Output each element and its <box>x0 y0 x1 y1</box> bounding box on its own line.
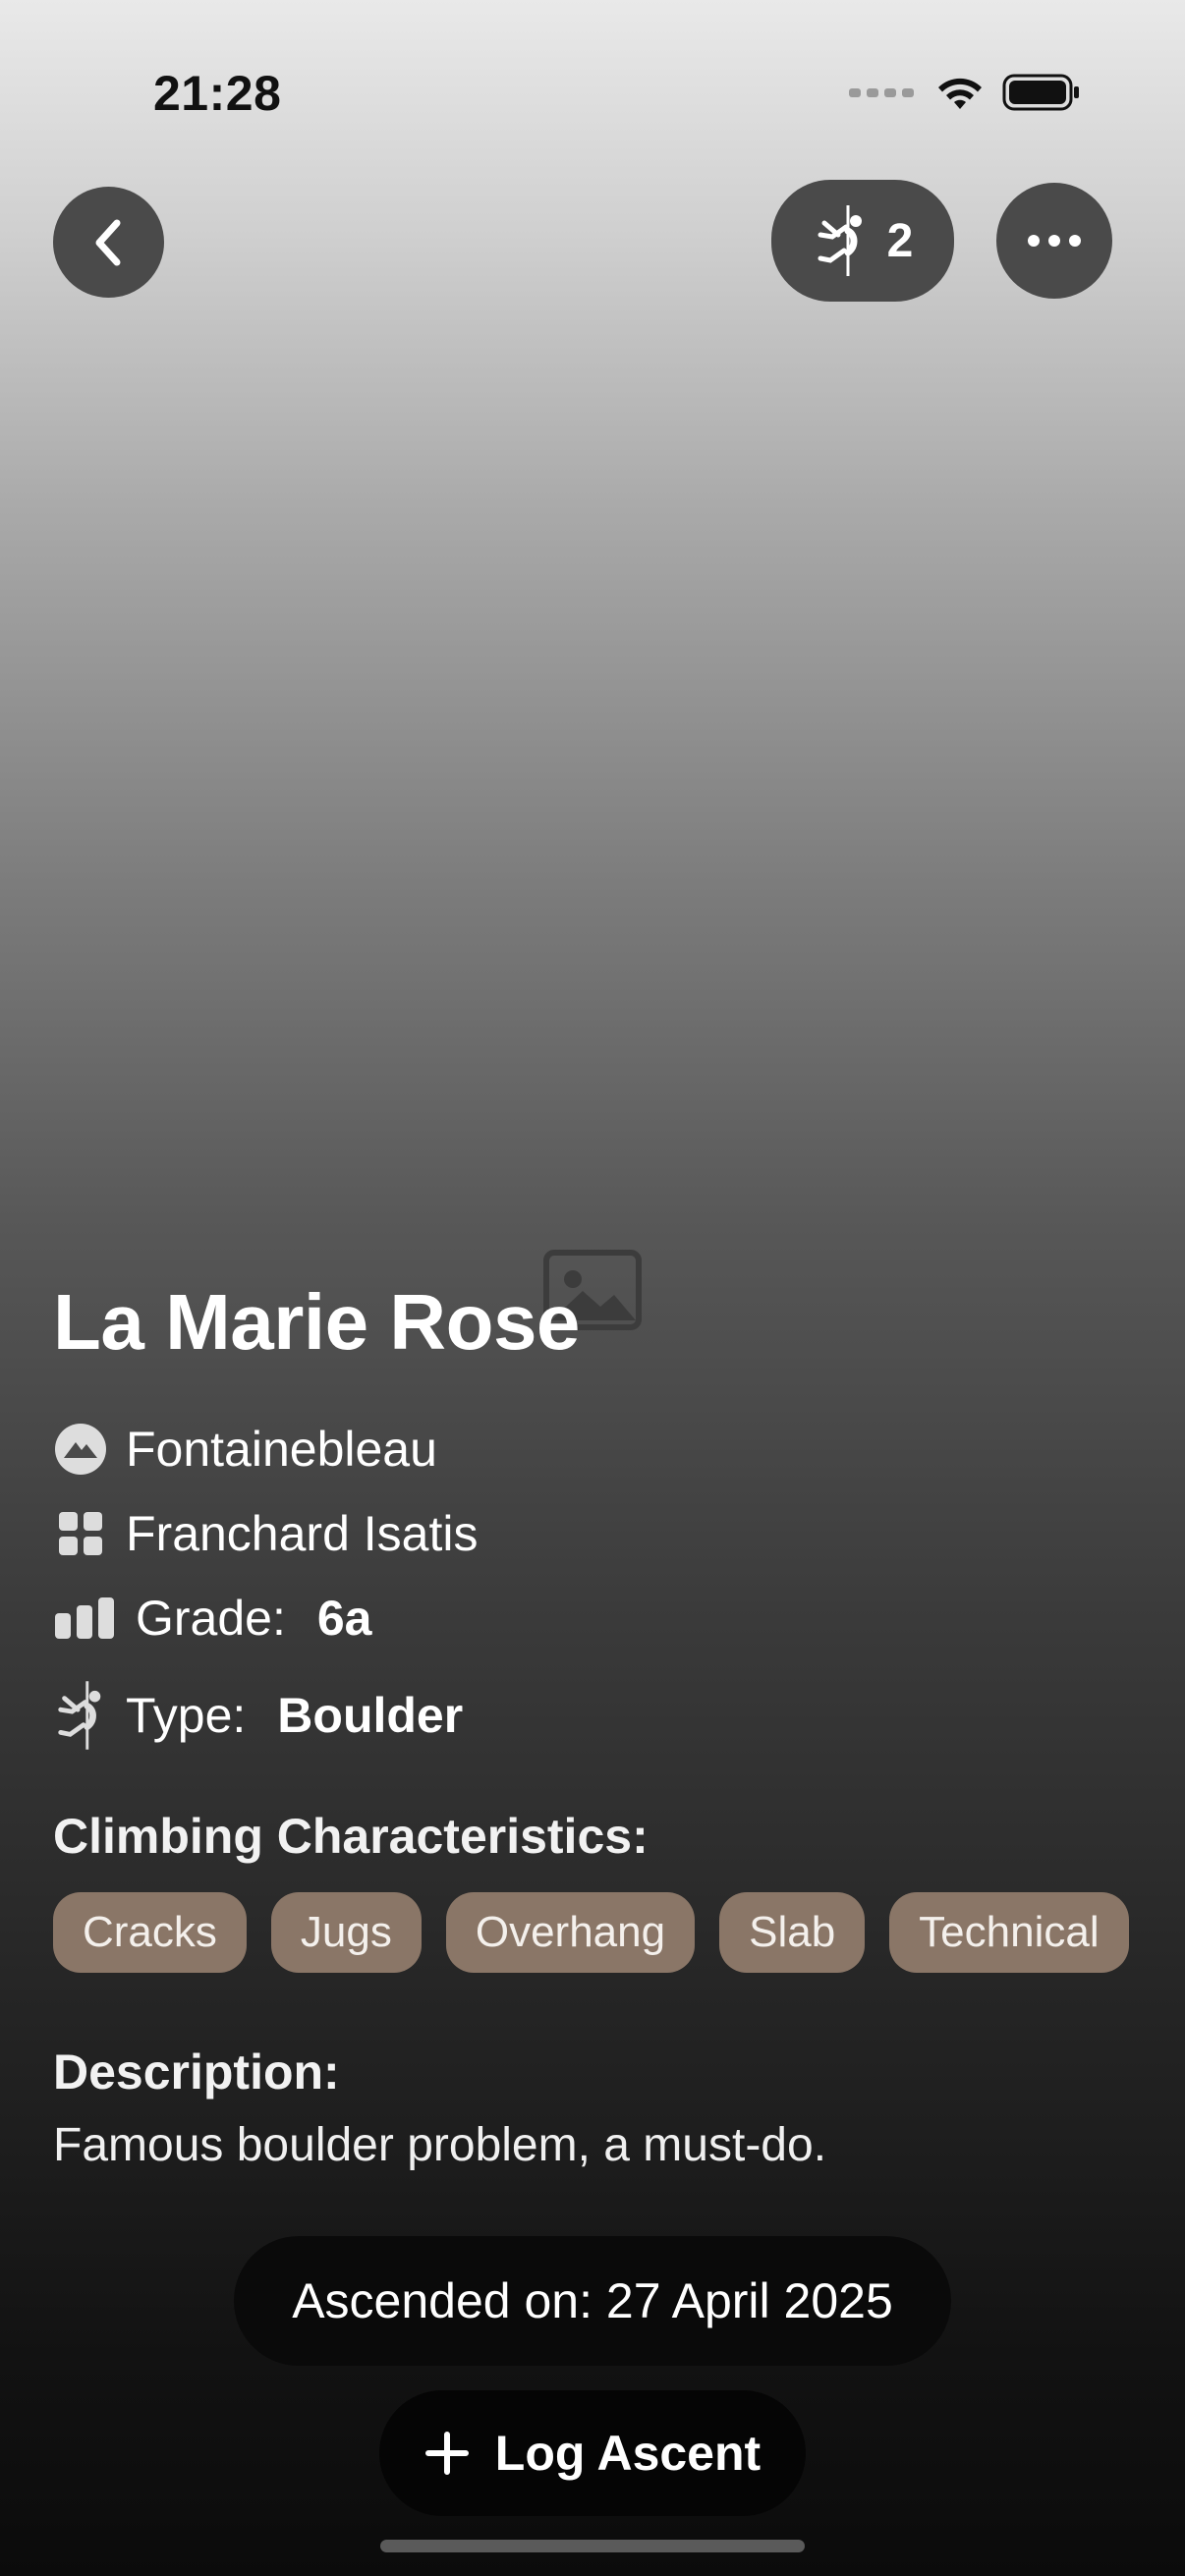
description-text: Famous boulder problem, a must-do. <box>53 2119 827 2171</box>
ascents-count: 2 <box>886 214 914 267</box>
plus-icon <box>424 2432 469 2475</box>
battery-icon <box>1002 74 1079 111</box>
mountain-icon <box>53 1422 108 1477</box>
back-button[interactable] <box>53 187 164 298</box>
sector-row: Franchard Isatis <box>53 1505 478 1562</box>
characteristics-heading: Climbing Characteristics: <box>53 1809 649 1864</box>
type-row: Type: Boulder <box>53 1680 463 1751</box>
area-name: Fontainebleau <box>126 1422 437 1477</box>
route-detail-screen: 21:28 2 La Marie Rose Fontainebleau Fran… <box>0 0 1185 2576</box>
ascended-on-badge: Ascended on: 27 April 2025 <box>234 2236 951 2366</box>
characteristics-tags: Cracks Jugs Overhang Slab Technical <box>53 1892 1129 1973</box>
tag-technical: Technical <box>889 1892 1129 1973</box>
tag-jugs: Jugs <box>270 1892 422 1973</box>
home-indicator[interactable] <box>380 2540 805 2552</box>
grid-icon <box>53 1506 108 1561</box>
ellipsis-icon <box>1028 235 1081 247</box>
grade-value: 6a <box>316 1591 372 1646</box>
type-label: Type: <box>126 1688 247 1743</box>
wifi-icon <box>938 78 982 109</box>
sector-name: Franchard Isatis <box>126 1506 479 1561</box>
type-value: Boulder <box>277 1688 464 1743</box>
more-options-button[interactable] <box>996 183 1112 299</box>
grade-bars-icon <box>53 1591 118 1646</box>
climber-icon <box>53 1680 108 1751</box>
grade-row: Grade: 6a <box>53 1590 371 1647</box>
log-ascent-label: Log Ascent <box>494 2426 762 2481</box>
tag-slab: Slab <box>719 1892 866 1973</box>
status-icons <box>849 73 1081 112</box>
climber-icon <box>818 205 862 276</box>
route-title: La Marie Rose <box>53 1278 580 1366</box>
ascents-button[interactable]: 2 <box>771 180 954 302</box>
log-ascent-button[interactable]: Log Ascent <box>379 2390 806 2516</box>
tag-overhang: Overhang <box>445 1892 696 1973</box>
tag-cracks: Cracks <box>53 1892 247 1973</box>
status-time: 21:28 <box>153 66 282 121</box>
description-heading: Description: <box>53 2044 340 2100</box>
chevron-left-icon <box>95 219 120 265</box>
grade-label: Grade: <box>136 1591 286 1646</box>
area-row: Fontainebleau <box>53 1421 437 1478</box>
signal-icon <box>849 87 914 97</box>
